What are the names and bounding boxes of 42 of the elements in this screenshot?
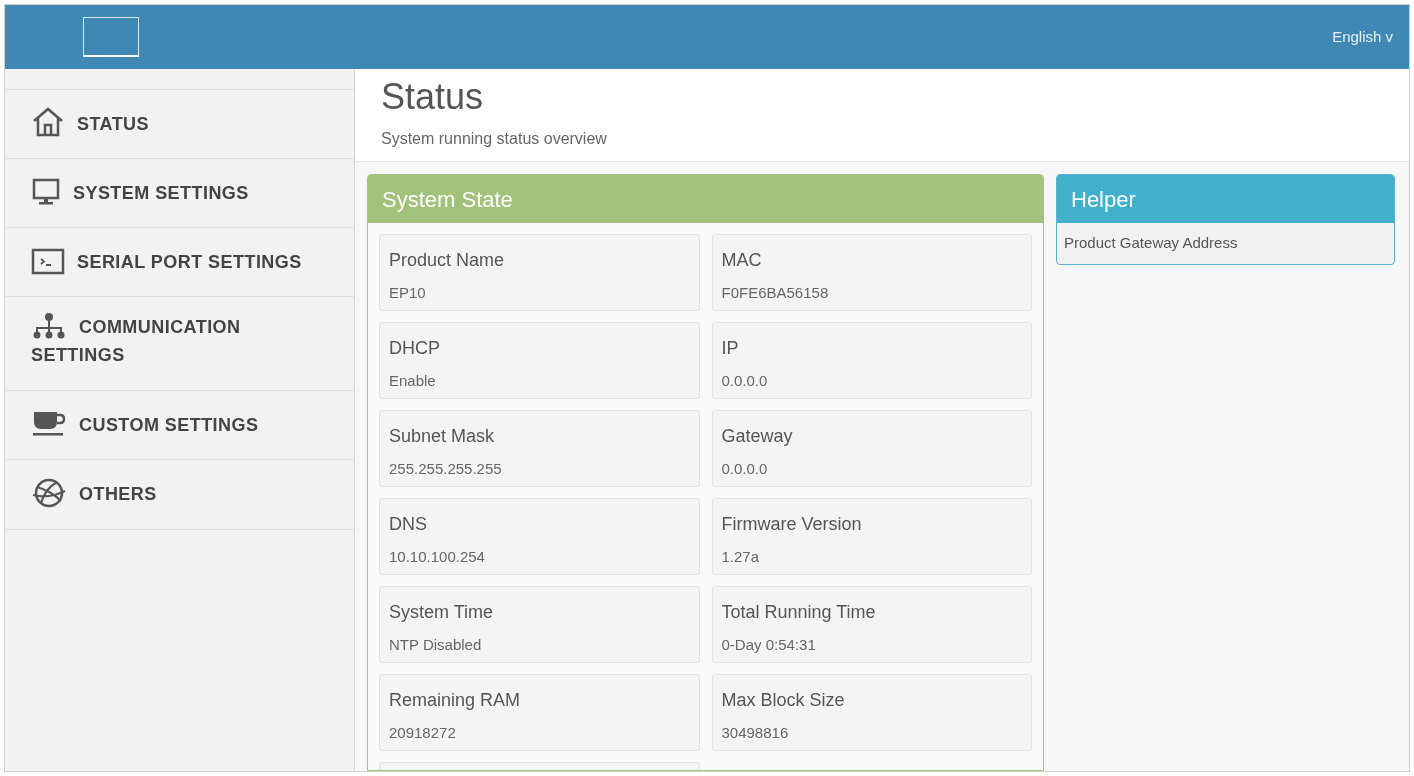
sidebar-item[interactable]: STATUS (5, 89, 354, 159)
sidebar-item[interactable]: SYSTEM SETTINGS (5, 158, 354, 228)
field-value: F0FE6BA56158 (721, 283, 830, 303)
sidebar-item[interactable]: SERIAL PORT SETTINGS (5, 227, 354, 297)
field-label: Gateway (721, 425, 794, 448)
field-value: 20918272 (389, 723, 457, 743)
field-value: 10.10.100.254 (389, 547, 486, 567)
cup-icon (31, 409, 67, 438)
field-value: Enable (389, 371, 437, 391)
sidebar-item[interactable]: CUSTOM SETTINGS (5, 390, 354, 460)
field-label: DNS (389, 513, 428, 536)
field-label: System Time (389, 601, 495, 624)
field-value: 0-Day 0:54:31 (721, 635, 817, 655)
globe-icon (31, 476, 67, 509)
field-label: Subnet Mask (389, 425, 496, 448)
field-value: EP10 (389, 283, 427, 303)
panel-title: Helper (1057, 175, 1394, 223)
field-value: 255.255.255.255 (389, 459, 503, 479)
field-label: Max Block Size (721, 689, 846, 712)
field-value: 1.27a (721, 547, 761, 567)
field-label: Firmware Version (721, 513, 863, 536)
logo-icon (83, 17, 139, 57)
field-label: Remaining RAM (389, 689, 522, 712)
field-value: 0.0.0.0 (721, 371, 769, 391)
field-label: Product Name (389, 249, 506, 272)
home-icon (31, 106, 65, 139)
helper-text: Product Gateway Address (1063, 233, 1239, 253)
sidebar-item[interactable]: OTHERS (5, 459, 354, 530)
page-title: Status (381, 75, 485, 119)
sidebar-item[interactable]: COMMUNICATION SETTINGS (5, 296, 354, 391)
page-subtitle: System running status overview (381, 129, 608, 149)
field-label: Total Running Time (721, 601, 877, 624)
field-label: MAC (721, 249, 763, 272)
field-label: IP (721, 337, 740, 360)
field-label: DHCP (389, 337, 441, 360)
terminal-icon (31, 246, 65, 275)
field-value: NTP Disabled (389, 635, 483, 655)
monitor-icon (31, 177, 61, 206)
panel-title: System State (368, 175, 1043, 223)
field-value: 30498816 (721, 723, 790, 743)
field-value: 0.0.0.0 (721, 459, 769, 479)
network-icon (31, 311, 67, 340)
